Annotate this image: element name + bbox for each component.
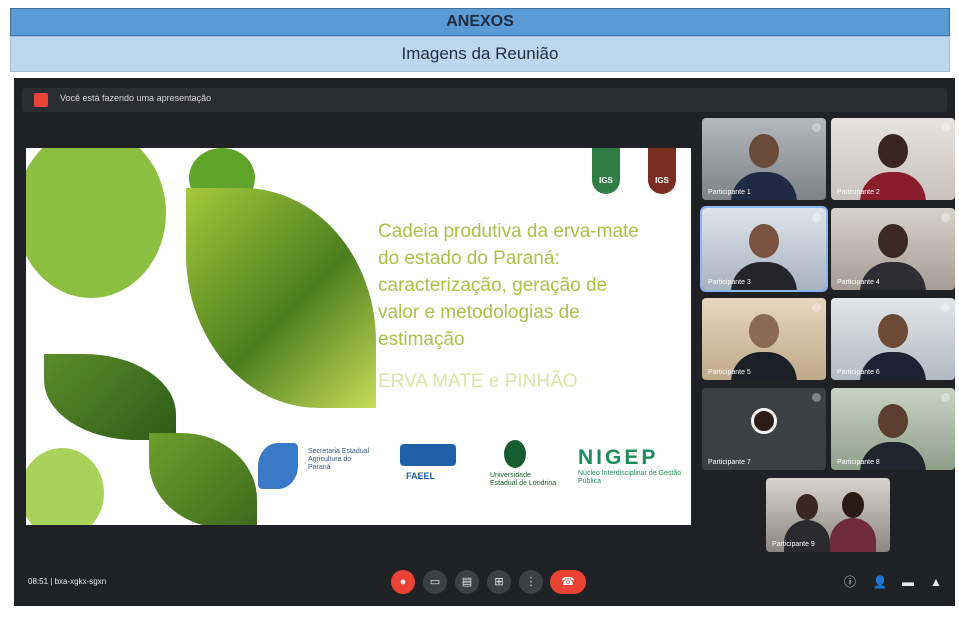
presenting-text: Você está fazendo uma apresentação	[60, 93, 212, 103]
slide-leaf-big	[186, 188, 376, 408]
meeting-control-bar: 08:51 | bxa-xgkx-sgxn ● ▭ ▤ ⊞ ⋮ ☎ ⓘ 👤 ▬ …	[14, 558, 955, 606]
slide-title-line: estimação	[378, 329, 465, 350]
mic-muted-icon	[941, 303, 950, 312]
info-icon[interactable]: ⓘ	[842, 574, 858, 590]
participant-head	[842, 492, 864, 518]
slide-circle-bottom	[26, 448, 104, 525]
participant-name: Participante 1	[708, 189, 751, 196]
slide-logo-nigep: NIGEP	[578, 446, 659, 469]
time-text: 08:51	[28, 577, 49, 586]
slide-title-line: valor e metodologias de	[378, 302, 580, 323]
slide-logo-3-icon	[504, 440, 526, 468]
participant-tile[interactable]: Participante 6	[831, 298, 955, 380]
slide-logo-2-icon	[400, 444, 456, 466]
participant-head	[878, 134, 908, 168]
participant-head	[878, 404, 908, 438]
mic-muted-icon	[941, 213, 950, 222]
meeting-code: bxa-xgkx-sgxn	[54, 577, 107, 586]
annex-header: ANEXOS	[10, 8, 950, 36]
meeting-images-subheader: Imagens da Reunião	[10, 36, 950, 72]
mic-muted-icon	[812, 123, 821, 132]
participant-name: Participante 8	[837, 459, 880, 466]
slide-title-line: Cadeia produtiva da erva-mate	[378, 221, 639, 242]
slide-badge-1: IGS	[592, 148, 620, 194]
camera-button[interactable]: ▭	[423, 570, 447, 594]
participant-name: Participante 7	[708, 459, 751, 466]
presenting-icon	[34, 93, 48, 107]
participant-tile[interactable]: Participante 9	[766, 478, 890, 552]
present-button[interactable]: ⊞	[487, 570, 511, 594]
video-meeting-window: Você está fazendo uma apresentação IGS I…	[14, 78, 955, 606]
slide-logo-1: Secretaria Estadual Agricultura do Paran…	[308, 448, 370, 471]
slide-logo-2: FAEEL	[406, 471, 436, 481]
mic-muted-icon	[812, 303, 821, 312]
slide-leaf-bottom	[149, 433, 257, 525]
participant-head	[878, 314, 908, 348]
participant-name: Participante 5	[708, 369, 751, 376]
people-icon[interactable]: 👤	[872, 574, 888, 590]
slide-logo-nigep-sub: Núcleo Interdisciplinar de Gestão Públic…	[578, 470, 682, 485]
participant-name: Participante 2	[837, 189, 880, 196]
participant-tile[interactable]: Participante 7	[702, 388, 826, 470]
participant-head	[878, 224, 908, 258]
participant-head	[749, 314, 779, 348]
participant-tile[interactable]: Participante 8	[831, 388, 955, 470]
participant-name: Participante 4	[837, 279, 880, 286]
mic-muted-icon	[941, 393, 950, 402]
participant-name: Participante 6	[837, 369, 880, 376]
participant-avatar	[751, 408, 777, 434]
presentation-banner: Você está fazendo uma apresentação	[22, 88, 947, 112]
activities-icon[interactable]: ▲	[928, 574, 944, 590]
slide-subtitle: ERVA MATE e PINHÃO	[378, 371, 578, 392]
meeting-time: 08:51 | bxa-xgkx-sgxn	[28, 577, 106, 586]
slide-leaf-left	[44, 354, 176, 440]
mic-muted-icon	[812, 213, 821, 222]
shared-slide: IGS IGS Cadeia produtiva da erva-mate do…	[26, 148, 691, 525]
participant-tile[interactable]: Participante 4	[831, 208, 955, 290]
participant-name: Participante 3	[708, 279, 751, 286]
mic-muted-icon	[941, 123, 950, 132]
participant-tile[interactable]: Participante 1	[702, 118, 826, 200]
mic-off-button[interactable]: ●	[391, 570, 415, 594]
participant-tile[interactable]: Participante 5	[702, 298, 826, 380]
slide-logo-3: Universidade Estadual de Londrina	[490, 472, 557, 487]
slide-circle-large	[26, 148, 166, 298]
participant-name: Participante 9	[772, 541, 815, 548]
leave-call-button[interactable]: ☎	[550, 570, 586, 594]
slide-title-line: do estado do Paraná:	[378, 248, 560, 269]
mic-muted-icon	[812, 393, 821, 402]
slide-title-line: caracterização, geração de	[378, 275, 608, 296]
participant-head	[796, 494, 818, 520]
participant-tile[interactable]: Participante 2	[831, 118, 955, 200]
captions-button[interactable]: ▤	[455, 570, 479, 594]
chat-icon[interactable]: ▬	[900, 574, 916, 590]
slide-badge-2: IGS	[648, 148, 676, 194]
slide-logo-bird-icon	[258, 443, 298, 489]
participant-head	[749, 134, 779, 168]
slide-title: Cadeia produtiva da erva-mate do estado …	[378, 218, 678, 353]
participant-tile[interactable]: Participante 3	[700, 206, 828, 292]
participant-head	[749, 224, 779, 258]
more-options-button[interactable]: ⋮	[519, 570, 543, 594]
